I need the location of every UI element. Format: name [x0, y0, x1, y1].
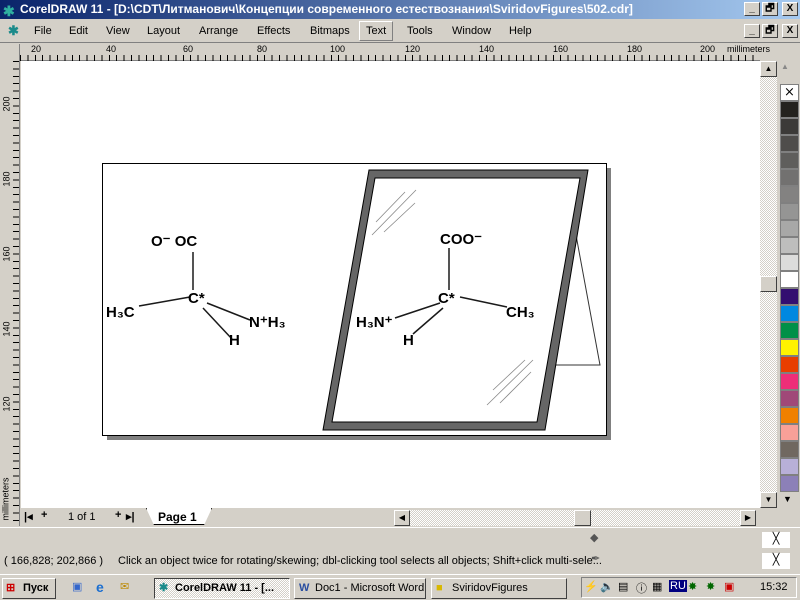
task-label: Doc1 - Microsoft Word: [315, 582, 425, 594]
horizontal-scroll-thumb[interactable]: [574, 510, 591, 526]
color-swatch[interactable]: [780, 390, 799, 407]
left-methyl: H₃C: [106, 304, 135, 321]
color-swatch[interactable]: [780, 152, 799, 169]
color-palette: ▲ ⨯ ▼: [779, 44, 800, 526]
scroll-left-button[interactable]: ◀: [394, 510, 410, 526]
office-icon[interactable]: ▣: [724, 580, 734, 593]
start-label: Пуск: [23, 582, 49, 594]
left-ammonium: N⁺H₃: [249, 314, 286, 331]
color-swatch[interactable]: [780, 203, 799, 220]
internet-explorer-icon[interactable]: e: [96, 579, 104, 595]
taskbar-coreldraw[interactable]: ✱ CorelDRAW 11 - [...: [154, 578, 290, 599]
outline-pen-icon[interactable]: ✒: [591, 552, 600, 565]
first-page-button[interactable]: |◂: [24, 510, 33, 523]
color-swatch[interactable]: [780, 237, 799, 254]
color-swatch[interactable]: [780, 271, 799, 288]
horizontal-scrollbar[interactable]: ◀ ▶: [394, 510, 756, 526]
mirror-glass: [331, 177, 581, 423]
color-swatch[interactable]: [780, 356, 799, 373]
restore-button[interactable]: 🗗: [762, 2, 778, 16]
antivirus-icon[interactable]: ✸: [688, 580, 697, 593]
doc-close-button[interactable]: X: [782, 24, 798, 38]
color-swatch[interactable]: [780, 322, 799, 339]
color-swatch[interactable]: [780, 475, 799, 492]
left-carboxylate: O⁻ OC: [151, 233, 197, 250]
color-swatch[interactable]: [780, 169, 799, 186]
right-methyl: CH₃: [506, 304, 535, 321]
palette-scroll-down-icon[interactable]: ▼: [783, 494, 792, 504]
color-swatch[interactable]: [780, 441, 799, 458]
network-icon[interactable]: ▤: [618, 580, 628, 593]
cursor-coordinates: ( 166,828; 202,866 ): [4, 555, 104, 567]
task-label: CorelDRAW 11 - [...: [175, 582, 275, 594]
calendar-icon[interactable]: ▦: [652, 580, 662, 593]
info-icon[interactable]: ⓘ: [636, 580, 647, 596]
color-swatch[interactable]: [780, 339, 799, 356]
vertical-scroll-thumb[interactable]: [760, 276, 777, 292]
color-swatch[interactable]: [780, 186, 799, 203]
taskbar-folder[interactable]: ■ SviridovFigures: [431, 578, 567, 599]
close-button[interactable]: X: [782, 2, 798, 16]
status-hint: Click an object twice for rotating/skewi…: [118, 555, 602, 567]
right-chiral-carbon: C*: [438, 290, 455, 307]
color-swatch[interactable]: [780, 118, 799, 135]
color-swatch[interactable]: [780, 424, 799, 441]
outline-none-swatch[interactable]: ╳: [762, 553, 790, 569]
add-page-before-button[interactable]: +: [41, 509, 47, 521]
right-hydrogen: H: [403, 332, 414, 349]
color-swatch[interactable]: [780, 373, 799, 390]
color-swatch[interactable]: [780, 305, 799, 322]
color-swatch[interactable]: [780, 254, 799, 271]
taskbar-word[interactable]: W Doc1 - Microsoft Word: [294, 578, 426, 599]
volume-icon[interactable]: 🔈: [600, 580, 614, 593]
color-swatch[interactable]: [780, 220, 799, 237]
left-chiral-carbon: C*: [188, 290, 205, 307]
windows-logo-icon: ⊞: [6, 582, 16, 594]
color-swatch[interactable]: [780, 288, 799, 305]
coreldraw-icon: ✱: [159, 582, 169, 594]
color-swatch[interactable]: [780, 101, 799, 118]
left-hydrogen: H: [229, 332, 240, 349]
page-tab[interactable]: Page 1: [158, 510, 197, 524]
status-bar: ( 166,828; 202,866 ) Click an object twi…: [0, 527, 800, 573]
right-ammonium: H₃N⁺: [356, 314, 393, 331]
power-icon[interactable]: ⚡: [584, 580, 598, 593]
system-tray: ⚡ 🔈 ▤ ⓘ ▦ RU ✸ ✸ ▣ 15:32: [581, 577, 797, 598]
start-button[interactable]: ⊞ Пуск: [2, 578, 56, 599]
antivirus-monitor-icon[interactable]: ✸: [706, 580, 715, 593]
right-carboxylate: COO⁻: [440, 231, 482, 248]
clock: 15:32: [760, 581, 788, 593]
word-icon: W: [299, 582, 310, 594]
language-indicator[interactable]: RU: [669, 580, 687, 592]
doc-restore-button[interactable]: 🗗: [762, 24, 778, 38]
page-counter: 1 of 1: [68, 511, 96, 523]
drawing: O⁻ OC C* H₃C N⁺H₃ H COO⁻ C* CH₃ H₃N⁺ H: [102, 163, 611, 440]
color-swatch[interactable]: [780, 458, 799, 475]
scroll-right-button[interactable]: ▶: [740, 510, 756, 526]
color-swatch[interactable]: [780, 135, 799, 152]
folder-icon: ■: [436, 582, 443, 594]
scroll-down-button[interactable]: ▼: [760, 492, 777, 508]
color-swatch[interactable]: [780, 407, 799, 424]
show-desktop-icon[interactable]: ▣: [72, 580, 82, 593]
fill-icon[interactable]: ◆: [590, 531, 598, 544]
last-page-button[interactable]: ▸|: [126, 510, 135, 523]
fill-none-swatch[interactable]: ╳: [762, 532, 790, 548]
scroll-up-button[interactable]: ▲: [760, 61, 777, 77]
add-page-after-button[interactable]: +: [115, 509, 121, 521]
no-color-swatch[interactable]: ⨯: [780, 84, 799, 101]
palette-scroll-up-icon[interactable]: ▲: [781, 62, 789, 71]
outlook-icon[interactable]: ✉: [120, 580, 129, 593]
vertical-scrollbar[interactable]: ▲ ▼: [760, 61, 777, 508]
task-label: SviridovFigures: [452, 582, 528, 594]
